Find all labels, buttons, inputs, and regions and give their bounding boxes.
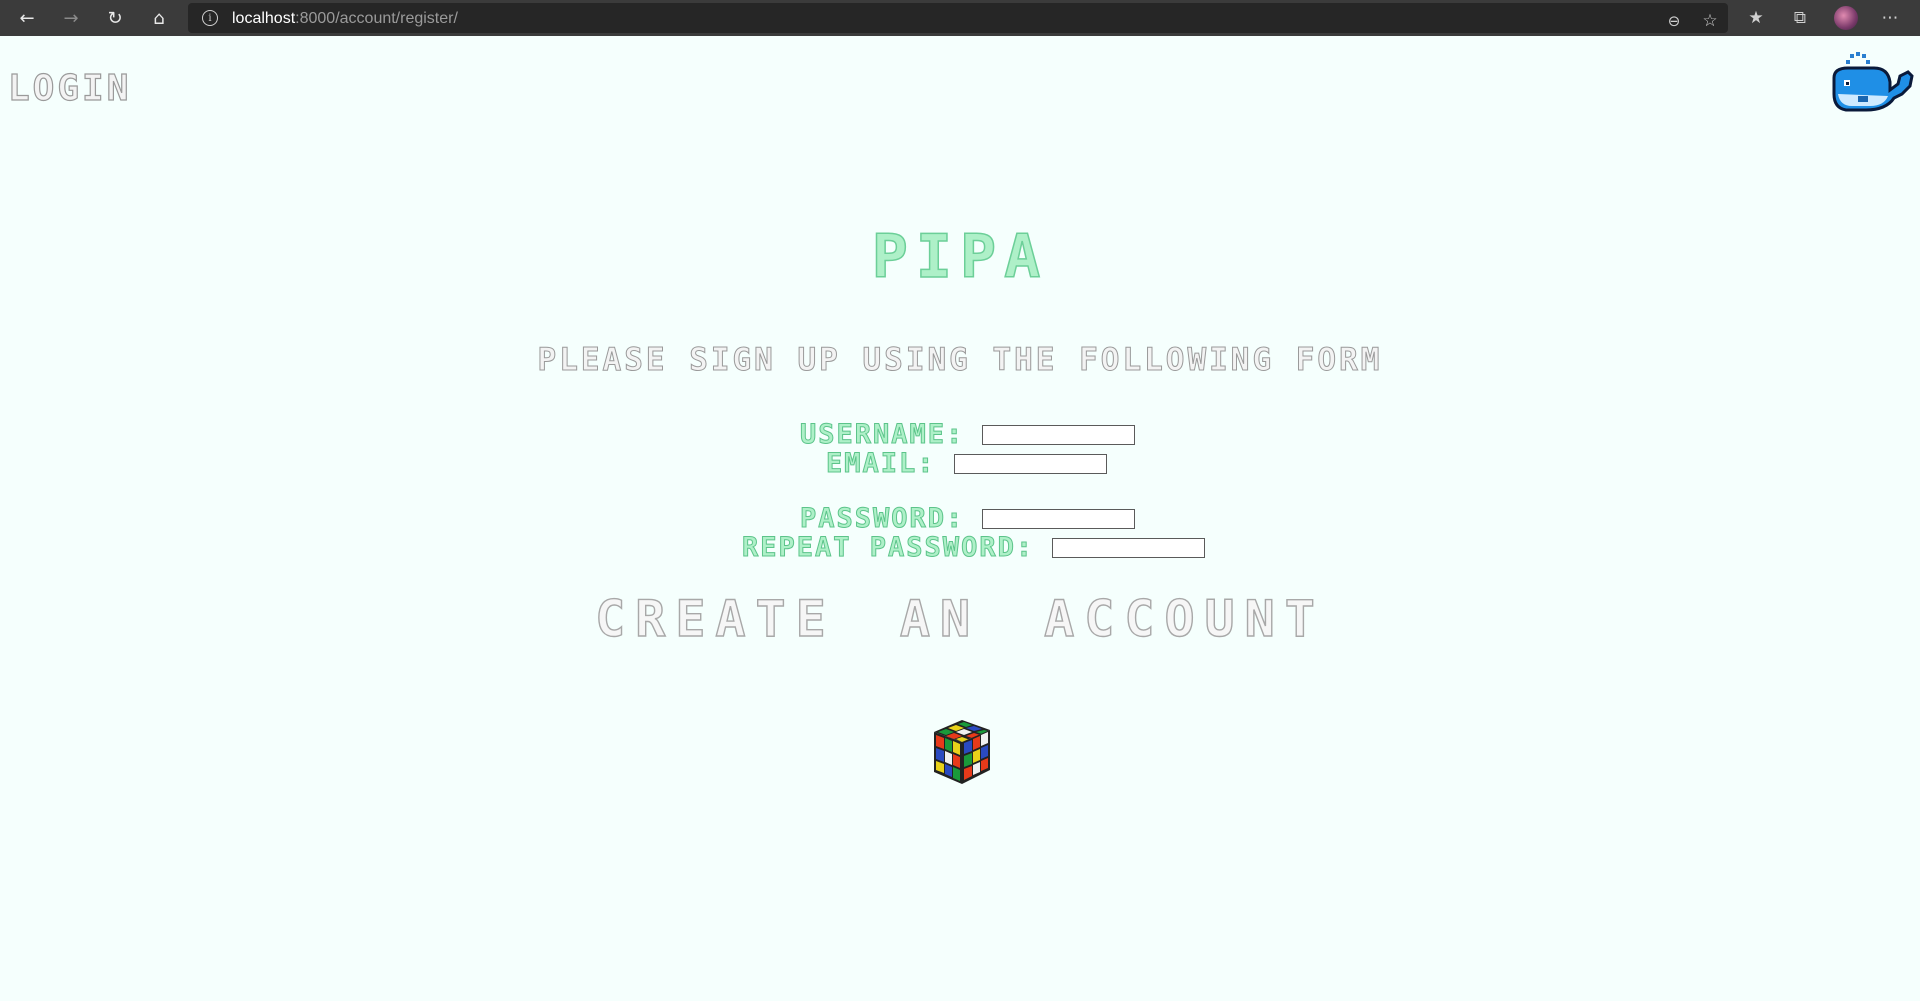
email-row: EMAIL: — [826, 448, 1107, 480]
repeat-password-field[interactable] — [1052, 537, 1206, 558]
address-bar[interactable]: i localhost:8000/account/register/ ⊖ ☆ — [188, 3, 1728, 33]
add-favorite-icon[interactable]: ☆ — [1698, 9, 1722, 33]
url-text[interactable]: localhost:8000/account/register/ — [232, 10, 458, 28]
rubiks-cube-icon — [934, 720, 990, 784]
login-link[interactable]: LOGIN — [7, 67, 131, 109]
password-label: PASSWORD: — [799, 503, 965, 535]
profile-avatar[interactable] — [1834, 6, 1858, 30]
repeat-password-row: REPEAT PASSWORD: — [741, 532, 1206, 564]
back-arrow-icon[interactable]: ← — [15, 6, 39, 30]
email-label: EMAIL: — [826, 448, 936, 480]
home-icon[interactable]: ⌂ — [147, 6, 171, 30]
username-field[interactable] — [982, 424, 1136, 445]
browser-toolbar: ← → ↻ ⌂ i localhost:8000/account/registe… — [0, 0, 1920, 36]
zoom-out-icon[interactable]: ⊖ — [1662, 9, 1686, 33]
password-field[interactable] — [982, 508, 1136, 529]
forward-arrow-icon[interactable]: → — [59, 6, 83, 30]
page-subtitle: PLEASE SIGN UP USING THE FOLLOWING FORM — [537, 342, 1383, 379]
username-label: USERNAME: — [799, 419, 965, 451]
email-field[interactable] — [953, 453, 1107, 474]
whale-logo-icon — [1832, 52, 1914, 112]
reload-icon[interactable]: ↻ — [103, 6, 127, 30]
page-title: PIPA — [871, 221, 1049, 293]
username-row: USERNAME: — [799, 419, 1136, 451]
site-info-icon[interactable]: i — [202, 10, 218, 26]
favorites-icon[interactable]: ★ — [1744, 6, 1768, 30]
more-menu-icon[interactable]: ⋯ — [1878, 6, 1902, 30]
create-account-button[interactable]: CREATE AN ACCOUNT — [0, 589, 1920, 648]
collections-icon[interactable]: ⧉ — [1788, 6, 1812, 30]
password-row: PASSWORD: — [799, 503, 1136, 535]
repeat-password-label: REPEAT PASSWORD: — [741, 532, 1035, 564]
